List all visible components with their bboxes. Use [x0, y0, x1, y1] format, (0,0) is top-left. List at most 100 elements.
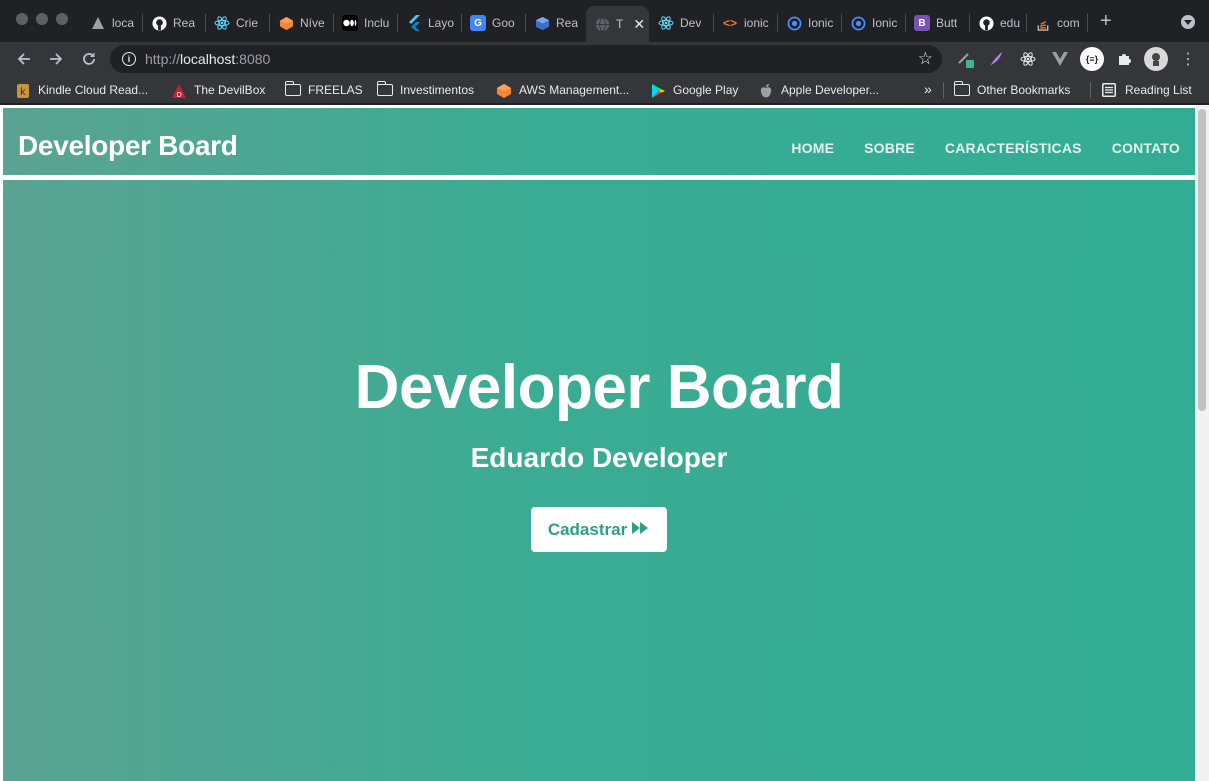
globe-icon: [594, 16, 610, 32]
stackoverflow-icon: [1035, 15, 1051, 31]
browser-tab[interactable]: loca: [82, 8, 138, 38]
vue-devtools-icon[interactable]: [1050, 49, 1070, 69]
minimize-window-button[interactable]: [36, 13, 48, 25]
close-tab-icon[interactable]: ✕: [633, 16, 645, 33]
fast-forward-icon: [632, 522, 650, 537]
url-host: localhost: [180, 51, 236, 67]
browser-tab[interactable]: Inclu: [334, 8, 394, 38]
github-icon: [151, 15, 167, 31]
bookmark-item[interactable]: D The DevilBox: [171, 81, 265, 99]
nav-link-sobre[interactable]: SOBRE: [864, 140, 915, 156]
folder-icon: [376, 81, 393, 96]
browser-tab[interactable]: Níve: [270, 8, 330, 38]
page-content: Developer Board HOME SOBRE CARACTERÍSTIC…: [3, 108, 1195, 781]
bootstrap-icon: B: [914, 15, 930, 31]
google-translate-icon: G: [470, 15, 486, 31]
reload-button[interactable]: [77, 47, 101, 71]
tab-title: loca: [112, 16, 135, 30]
flutter-icon: [406, 15, 422, 31]
browser-tab[interactable]: Ionic: [842, 8, 902, 38]
hero-subtitle: Eduardo Developer: [470, 442, 728, 473]
new-tab-button[interactable]: +: [1100, 10, 1112, 33]
svg-text:D: D: [177, 91, 182, 99]
bookmarks-bar: k Kindle Cloud Read... D The DevilBox FR…: [0, 76, 1209, 104]
tab-title: Crie: [236, 16, 259, 30]
nav-link-contato[interactable]: CONTATO: [1112, 140, 1180, 156]
svg-text:k: k: [20, 87, 26, 98]
tab-title: Ionic: [808, 16, 834, 30]
bookmark-label: Apple Developer...: [781, 83, 880, 97]
hero-section: Developer Board Eduardo Developer Cadast…: [3, 180, 1195, 781]
page-viewport: Developer Board HOME SOBRE CARACTERÍSTIC…: [0, 105, 1209, 781]
browser-tab[interactable]: Crie: [206, 8, 266, 38]
bookmark-item[interactable]: Google Play: [650, 81, 738, 99]
browser-tab[interactable]: <> ionic: [714, 8, 774, 38]
bookmark-label: Google Play: [673, 83, 739, 97]
json-formatter-icon[interactable]: {≡}: [1080, 47, 1104, 71]
nav-link-home[interactable]: HOME: [791, 140, 834, 156]
devilbox-icon: D: [171, 83, 187, 99]
reading-list-label: Reading List: [1125, 83, 1192, 97]
ionic-icon: [850, 15, 866, 31]
react-devtools-icon[interactable]: [1018, 49, 1038, 69]
bookmark-label: AWS Management...: [519, 83, 630, 97]
scrollbar-thumb[interactable]: [1198, 109, 1206, 411]
nav-link-caracteristicas[interactable]: CARACTERÍSTICAS: [945, 140, 1082, 156]
site-brand[interactable]: Developer Board: [18, 130, 238, 162]
browser-tab[interactable]: Dev: [650, 8, 710, 38]
tab-title: Goo: [492, 16, 515, 30]
browser-tab[interactable]: Rea: [143, 8, 201, 38]
react-icon: [658, 15, 674, 31]
url-scheme: http://: [145, 51, 181, 67]
forward-button[interactable]: [44, 47, 68, 71]
browser-tab[interactable]: edu: [970, 8, 1026, 38]
bookmarks-overflow-button[interactable]: »: [924, 80, 932, 98]
browser-tab-active[interactable]: T ✕: [586, 6, 649, 42]
bookmark-item[interactable]: AWS Management...: [496, 81, 629, 99]
tab-title: Rea: [173, 16, 196, 30]
browser-tab[interactable]: Ionic: [778, 8, 838, 38]
tab-title: Layo: [428, 16, 455, 30]
bookmark-label: The DevilBox: [194, 83, 266, 97]
github-icon: [978, 15, 994, 31]
tab-title: Níve: [300, 16, 325, 30]
browser-tab[interactable]: com: [1027, 8, 1085, 38]
puzzle-extensions-icon[interactable]: [1114, 49, 1134, 69]
other-bookmarks-folder[interactable]: Other Bookmarks: [953, 81, 1070, 99]
aws-icon: [496, 83, 512, 98]
reading-list-button[interactable]: Reading List: [1102, 81, 1192, 99]
bookmark-folder[interactable]: Investimentos: [376, 81, 474, 99]
browser-tab[interactable]: Rea: [526, 8, 586, 38]
reading-list-icon: [1102, 83, 1118, 97]
site-navbar: Developer Board HOME SOBRE CARACTERÍSTIC…: [3, 108, 1195, 175]
arrow-right-icon: [50, 53, 63, 65]
bookmark-star-icon[interactable]: ☆: [918, 49, 933, 69]
close-window-button[interactable]: [16, 13, 28, 25]
bookmark-folder[interactable]: FREELAS: [284, 81, 363, 99]
tab-title: Butt: [936, 16, 958, 30]
bookmark-label: Kindle Cloud Read...: [38, 83, 149, 97]
pen-extension-icon[interactable]: [955, 49, 975, 69]
kebab-menu-icon[interactable]: ⋮: [1178, 49, 1198, 69]
apple-icon: [758, 83, 774, 98]
hero-title: Developer Board: [354, 353, 844, 422]
profile-avatar[interactable]: [1144, 47, 1168, 71]
browser-tab[interactable]: Layo: [398, 8, 458, 38]
browser-toolbar: i http://localhost:8080 ☆ {≡} ⋮: [0, 42, 1209, 76]
browser-tab[interactable]: B Butt: [906, 8, 966, 38]
feather-extension-icon[interactable]: [986, 49, 1006, 69]
site-info-icon[interactable]: i: [122, 52, 136, 66]
bookmark-item[interactable]: k Kindle Cloud Read...: [15, 81, 148, 99]
aws-icon: [278, 15, 294, 31]
browser-tab[interactable]: G Goo: [462, 8, 522, 38]
ionic-icon: [786, 15, 802, 31]
tab-strip: loca Rea Crie Níve Inclu Layo G Goo Rea …: [0, 0, 1209, 42]
tab-search-icon[interactable]: [1181, 15, 1195, 29]
back-button[interactable]: [12, 47, 36, 71]
zoom-window-button[interactable]: [56, 13, 68, 25]
address-bar[interactable]: i http://localhost:8080 ☆: [110, 45, 942, 73]
bookmark-label: FREELAS: [308, 83, 363, 97]
page-scrollbar[interactable]: [1195, 105, 1209, 781]
cadastrar-button[interactable]: Cadastrar: [531, 507, 667, 552]
bookmark-item[interactable]: Apple Developer...: [758, 81, 879, 99]
